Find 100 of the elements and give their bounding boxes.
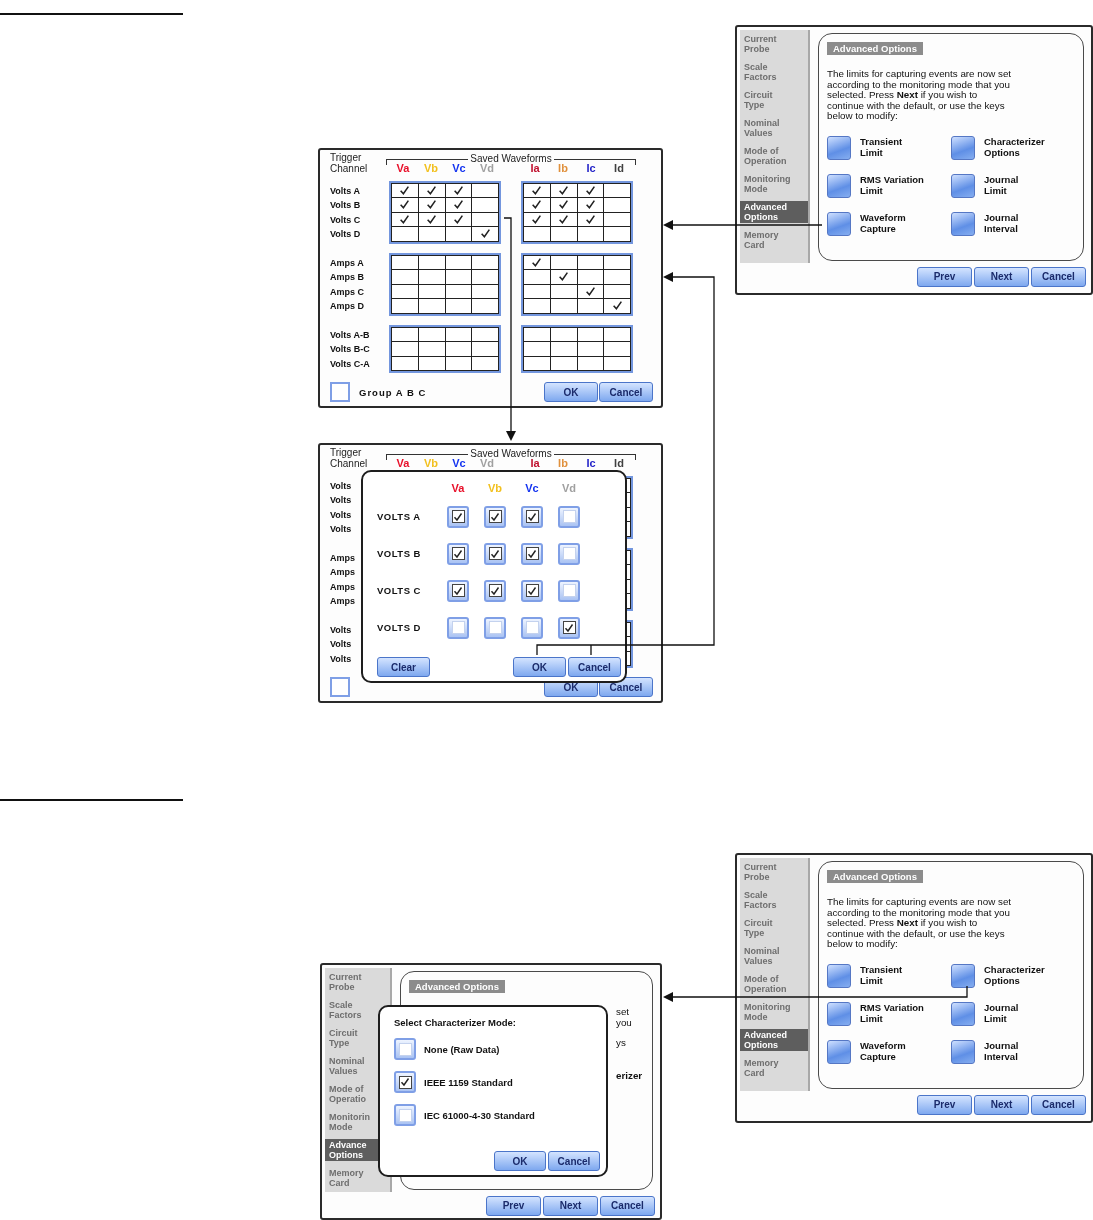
nav-button[interactable]: Prev <box>486 1195 541 1216</box>
check-cell[interactable] <box>604 342 630 356</box>
check-cell[interactable] <box>550 270 577 284</box>
check-cell[interactable] <box>392 356 418 370</box>
sidebar-item[interactable]: Circuit Type <box>740 917 808 939</box>
check-cell[interactable] <box>604 198 630 212</box>
option-key[interactable] <box>827 211 851 236</box>
sidebar-item[interactable]: Nominal Values <box>740 945 808 967</box>
dialog-button[interactable]: OK <box>544 382 598 402</box>
option-key[interactable] <box>951 135 975 160</box>
nav-button[interactable]: Next <box>974 1094 1029 1115</box>
checkbox[interactable] <box>484 616 506 639</box>
check-cell[interactable] <box>577 255 604 269</box>
checkbox[interactable] <box>447 616 469 639</box>
check-cell[interactable] <box>577 356 604 370</box>
check-cell[interactable] <box>524 356 550 370</box>
check-cell[interactable] <box>472 356 498 370</box>
check-cell[interactable] <box>418 284 445 298</box>
check-cell[interactable] <box>550 299 577 313</box>
sidebar-item[interactable]: Current Probe <box>325 971 390 993</box>
check-cell[interactable] <box>445 270 472 284</box>
dialog-button[interactable]: Clear <box>377 657 430 677</box>
check-cell[interactable] <box>604 255 630 269</box>
checkbox[interactable] <box>447 505 469 528</box>
option-key[interactable] <box>827 173 851 198</box>
check-cell[interactable] <box>472 212 498 226</box>
option-key[interactable] <box>827 1039 851 1064</box>
check-cell[interactable] <box>524 284 550 298</box>
sidebar-item[interactable]: Mode of Operation <box>740 973 808 995</box>
check-cell[interactable] <box>524 327 550 341</box>
check-cell[interactable] <box>604 299 630 313</box>
sidebar-item[interactable]: Memory Card <box>740 1057 808 1079</box>
check-cell[interactable] <box>577 270 604 284</box>
dialog-button[interactable]: Cancel <box>599 382 653 402</box>
check-cell[interactable] <box>550 342 577 356</box>
nav-button[interactable]: Cancel <box>600 1195 655 1216</box>
check-cell[interactable] <box>550 284 577 298</box>
checkbox[interactable] <box>447 542 469 565</box>
check-cell[interactable] <box>550 212 577 226</box>
nav-button[interactable]: Prev <box>917 1094 972 1115</box>
check-cell[interactable] <box>445 183 472 197</box>
checkbox[interactable] <box>484 579 506 602</box>
check-cell[interactable] <box>392 299 418 313</box>
check-cell[interactable] <box>472 284 498 298</box>
check-cell[interactable] <box>577 299 604 313</box>
check-cell[interactable] <box>418 270 445 284</box>
dialog-button[interactable]: Cancel <box>548 1151 600 1171</box>
sidebar-item[interactable]: Memory Card <box>740 229 808 251</box>
option-key[interactable] <box>951 1001 975 1026</box>
option-key[interactable] <box>951 1039 975 1064</box>
checkbox[interactable] <box>330 677 350 697</box>
check-cell[interactable] <box>550 356 577 370</box>
check-cell[interactable] <box>577 284 604 298</box>
nav-button[interactable]: Next <box>543 1195 598 1216</box>
check-cell[interactable] <box>577 183 604 197</box>
check-cell[interactable] <box>577 327 604 341</box>
sidebar-item[interactable]: Current Probe <box>740 33 808 55</box>
check-cell[interactable] <box>445 342 472 356</box>
check-cell[interactable] <box>604 227 630 241</box>
sidebar-item[interactable]: Scale Factors <box>740 61 808 83</box>
option-key[interactable] <box>827 135 851 160</box>
option-key[interactable] <box>951 963 975 988</box>
checkbox[interactable] <box>394 1038 416 1060</box>
checkbox[interactable] <box>521 579 543 602</box>
check-cell[interactable] <box>392 183 418 197</box>
option-key[interactable] <box>951 173 975 198</box>
check-cell[interactable] <box>392 342 418 356</box>
check-cell[interactable] <box>418 183 445 197</box>
option-key[interactable] <box>827 1001 851 1026</box>
check-cell[interactable] <box>524 198 550 212</box>
dialog-button[interactable]: Cancel <box>568 657 621 677</box>
check-cell[interactable] <box>524 183 550 197</box>
nav-button[interactable]: Cancel <box>1031 1094 1086 1115</box>
check-cell[interactable] <box>392 212 418 226</box>
check-cell[interactable] <box>418 342 445 356</box>
check-cell[interactable] <box>604 327 630 341</box>
checkbox[interactable] <box>394 1104 416 1126</box>
check-cell[interactable] <box>550 227 577 241</box>
check-cell[interactable] <box>418 327 445 341</box>
check-cell[interactable] <box>445 327 472 341</box>
check-cell[interactable] <box>445 198 472 212</box>
nav-button[interactable]: Next <box>974 266 1029 287</box>
check-cell[interactable] <box>418 212 445 226</box>
check-cell[interactable] <box>472 227 498 241</box>
check-cell[interactable] <box>472 183 498 197</box>
option-key[interactable] <box>827 963 851 988</box>
check-cell[interactable] <box>392 327 418 341</box>
sidebar-item[interactable]: Monitoring Mode <box>740 1001 808 1023</box>
check-cell[interactable] <box>418 356 445 370</box>
checkbox[interactable] <box>558 505 580 528</box>
sidebar-item[interactable]: Scale Factors <box>740 889 808 911</box>
check-cell[interactable] <box>472 255 498 269</box>
check-cell[interactable] <box>472 270 498 284</box>
check-cell[interactable] <box>445 284 472 298</box>
check-cell[interactable] <box>472 198 498 212</box>
check-cell[interactable] <box>392 270 418 284</box>
check-cell[interactable] <box>550 255 577 269</box>
checkbox[interactable] <box>484 542 506 565</box>
sidebar-item[interactable]: Advanced Options <box>740 201 808 223</box>
sidebar-item[interactable]: Mode of Operation <box>740 145 808 167</box>
